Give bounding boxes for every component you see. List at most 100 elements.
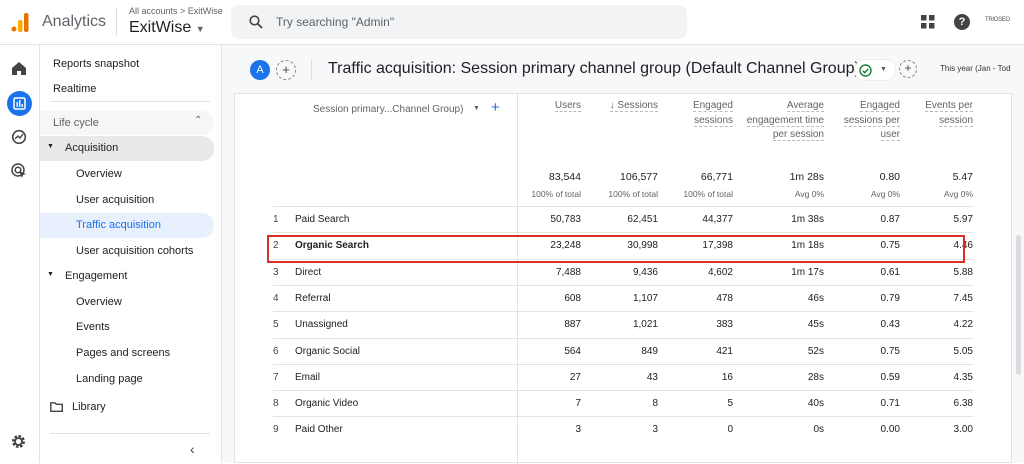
row-value: 3 bbox=[575, 424, 581, 436]
explore-icon[interactable] bbox=[11, 129, 27, 145]
data-table: Session primary...Channel Group) ▼ + Use… bbox=[234, 93, 1012, 464]
row-index: 9 bbox=[273, 424, 279, 436]
nav-section-life-cycle[interactable]: Life cycle ⌃ bbox=[40, 111, 214, 135]
search-input[interactable]: Try searching "Admin" bbox=[231, 5, 687, 39]
segment-avatar[interactable]: A bbox=[250, 60, 270, 80]
row-value: 478 bbox=[716, 292, 733, 304]
row-value: 46s bbox=[807, 292, 824, 304]
row-value: 5 bbox=[727, 398, 733, 410]
nav-acquisition[interactable]: ▼ Acquisition bbox=[40, 136, 214, 161]
add-dimension-icon[interactable]: + bbox=[491, 99, 500, 116]
row-index: 7 bbox=[273, 371, 279, 383]
add-comparison-button[interactable]: + bbox=[276, 60, 296, 80]
table-row[interactable]: 4 Referral 608 1,107 478 46s 0.79 7.45 bbox=[273, 284, 973, 312]
table-row[interactable]: 5 Unassigned 887 1,021 383 45s 0.43 4.22 bbox=[273, 311, 973, 337]
row-value: 52s bbox=[807, 345, 824, 357]
nav-landing-page[interactable]: Landing page bbox=[76, 367, 143, 392]
row-value: 1,107 bbox=[632, 292, 658, 304]
row-index: 4 bbox=[273, 292, 279, 304]
row-value: 62,451 bbox=[627, 214, 658, 225]
advertising-icon[interactable] bbox=[11, 163, 27, 179]
column-total: 5.47 bbox=[952, 171, 973, 183]
nav-events[interactable]: Events bbox=[76, 315, 110, 340]
column-header[interactable]: Engaged sessions per user bbox=[840, 99, 900, 143]
nav-traffic-acquisition[interactable]: Traffic acquisition bbox=[40, 213, 214, 238]
table-row[interactable]: 8 Organic Video 7 8 5 40s 0.71 6.38 bbox=[273, 390, 973, 416]
nav-label: Engagement bbox=[65, 270, 128, 282]
table-row[interactable]: 6 Organic Social 564 849 421 52s 0.75 5.05 bbox=[273, 337, 973, 365]
column-total-sub: Avg 0% bbox=[870, 189, 900, 199]
page-title: Traffic acquisition: Session primary cha… bbox=[328, 60, 860, 77]
reports-icon[interactable] bbox=[7, 91, 32, 116]
column-total: 83,544 bbox=[548, 171, 581, 183]
channel-name[interactable]: Organic Social bbox=[295, 339, 360, 365]
row-value: 4.22 bbox=[953, 319, 973, 331]
channel-name[interactable]: Unassigned bbox=[295, 312, 348, 338]
icon-rail bbox=[0, 45, 40, 463]
channel-name[interactable]: Direct bbox=[295, 260, 321, 286]
column-total-sub: Avg 0% bbox=[943, 189, 973, 199]
row-value: 0.71 bbox=[880, 398, 900, 410]
column-header[interactable]: ↓ Sessions bbox=[588, 99, 658, 114]
row-value: 0.75 bbox=[880, 345, 900, 357]
row-value: 7.45 bbox=[953, 292, 973, 304]
nav-acquisition-overview[interactable]: Overview bbox=[76, 162, 122, 187]
property-selector[interactable]: ExitWise ▼ bbox=[129, 19, 205, 37]
section-label: Life cycle bbox=[53, 117, 99, 129]
date-range-selector[interactable]: This year (Jan - Tod bbox=[940, 64, 1011, 73]
nav-user-acquisition[interactable]: User acquisition bbox=[76, 188, 154, 213]
nav-engagement-overview[interactable]: Overview bbox=[76, 290, 122, 315]
home-icon[interactable] bbox=[12, 62, 26, 75]
row-index: 5 bbox=[273, 319, 279, 331]
row-index: 8 bbox=[273, 398, 279, 410]
column-header[interactable]: Engaged sessions bbox=[663, 99, 733, 128]
help-icon[interactable]: ? bbox=[954, 14, 970, 30]
column-header[interactable]: Events per session bbox=[913, 99, 973, 128]
row-value: 4,602 bbox=[707, 266, 733, 278]
row-value: 44,377 bbox=[702, 214, 733, 225]
row-value: 564 bbox=[564, 345, 581, 357]
channel-name[interactable]: Referral bbox=[295, 286, 331, 312]
table-row[interactable]: 7 Email 27 43 16 28s 0.59 4.35 bbox=[273, 363, 973, 391]
nav-realtime[interactable]: Realtime bbox=[53, 77, 96, 102]
report-status-dropdown[interactable]: ▼ bbox=[854, 59, 896, 81]
row-value: 27 bbox=[569, 371, 581, 383]
column-total: 1m 28s bbox=[789, 171, 824, 183]
account-avatar[interactable]: TRIOSEO bbox=[985, 17, 1010, 23]
nav-label: Traffic acquisition bbox=[76, 219, 161, 231]
nav-library[interactable]: Library bbox=[40, 395, 214, 420]
property-name: ExitWise bbox=[129, 19, 192, 36]
row-value: 0.43 bbox=[880, 319, 900, 331]
add-button[interactable]: + bbox=[899, 60, 917, 78]
nav-pages-and-screens[interactable]: Pages and screens bbox=[76, 341, 170, 366]
column-header-label: Average engagement time per session bbox=[746, 100, 824, 141]
apps-grid-icon[interactable] bbox=[921, 15, 935, 29]
column-header[interactable]: Average engagement time per session bbox=[744, 99, 824, 143]
nav-reports-snapshot[interactable]: Reports snapshot bbox=[53, 52, 139, 77]
row-value: 0 bbox=[727, 424, 733, 436]
account-breadcrumb[interactable]: All accounts > ExitWise bbox=[129, 6, 223, 16]
nav-user-acquisition-cohorts[interactable]: User acquisition cohorts bbox=[76, 239, 193, 264]
nav-label: Library bbox=[72, 401, 106, 413]
table-row[interactable]: 9 Paid Other 3 3 0 0s 0.00 3.00 bbox=[273, 416, 973, 442]
collapse-chevron-left-icon[interactable]: ‹ bbox=[190, 441, 195, 457]
row-value: 0.00 bbox=[880, 424, 900, 436]
product-name: Analytics bbox=[42, 13, 107, 30]
column-header[interactable]: Users bbox=[521, 99, 581, 114]
settings-gear-icon[interactable] bbox=[11, 434, 26, 449]
nav-engagement[interactable]: ▼ Engagement bbox=[40, 264, 214, 289]
dimension-dropdown-icon[interactable]: ▼ bbox=[473, 105, 480, 112]
column-total: 66,771 bbox=[700, 171, 733, 183]
table-row[interactable]: 1 Paid Search 50,783 62,451 44,377 1m 38s 0.8… bbox=[273, 206, 973, 232]
nav-label: Acquisition bbox=[65, 142, 119, 154]
row-value: 43 bbox=[646, 371, 658, 383]
channel-name[interactable]: Paid Other bbox=[295, 417, 343, 443]
channel-name[interactable]: Email bbox=[295, 365, 320, 391]
scrollbar[interactable] bbox=[1016, 235, 1021, 375]
column-total-sub: Avg 0% bbox=[794, 189, 824, 199]
dimension-header[interactable]: Session primary...Channel Group) bbox=[313, 104, 463, 115]
row-value: 608 bbox=[564, 292, 581, 304]
channel-name[interactable]: Paid Search bbox=[295, 207, 349, 233]
row-value: 383 bbox=[716, 319, 733, 331]
channel-name[interactable]: Organic Video bbox=[295, 391, 358, 417]
